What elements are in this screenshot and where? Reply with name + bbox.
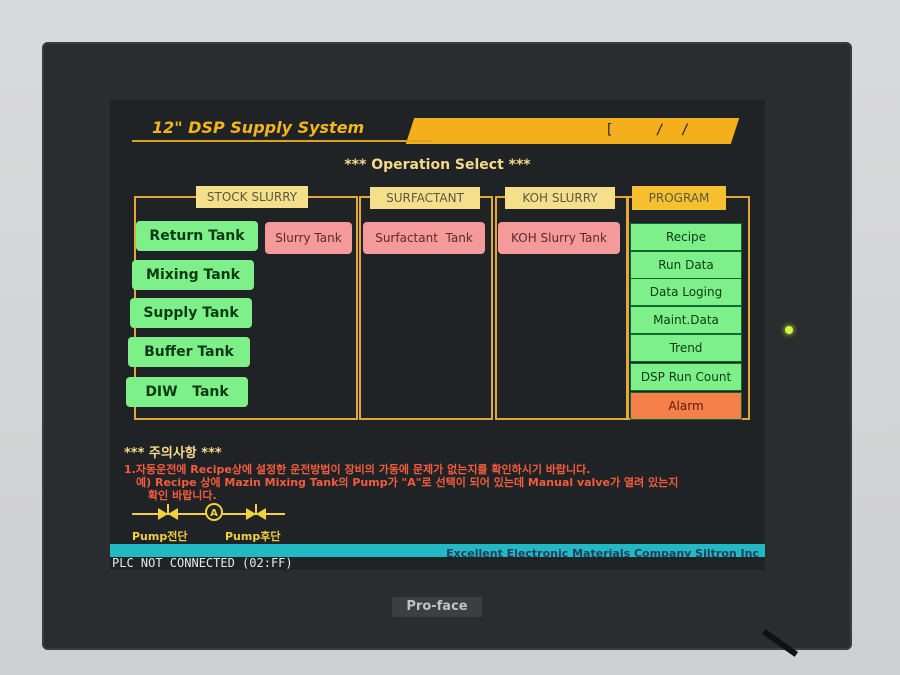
slurry-tank-button[interactable]: Slurry Tank — [265, 222, 352, 254]
stock-slurry-header: STOCK SLURRY — [196, 186, 308, 208]
plc-status: PLC NOT CONNECTED (02:FF) — [112, 556, 293, 570]
title-underline — [132, 140, 432, 142]
power-led — [785, 326, 793, 334]
return-tank-button[interactable]: Return Tank — [136, 221, 258, 251]
valve-before-icon — [158, 508, 168, 520]
page-title: *** Operation Select *** — [344, 157, 531, 173]
program-trend-button[interactable]: Trend — [630, 334, 742, 362]
surfactant-header: SURFACTANT — [370, 187, 480, 209]
app-title: 12" DSP Supply System — [152, 118, 365, 137]
valve-after-icon — [246, 508, 256, 520]
ticker-text: Excellent Electronic Materials Company S… — [446, 547, 759, 557]
buffer-tank-button[interactable]: Buffer Tank — [128, 337, 250, 367]
pump-after-label: Pump후단 — [225, 530, 281, 543]
program-maint-data-button[interactable]: Maint.Data — [630, 306, 742, 334]
brand-logo: Pro-face — [392, 597, 482, 617]
program-alarm-button[interactable]: Alarm — [630, 392, 742, 420]
koh-slurry-tank-button[interactable]: KOH Slurry Tank — [498, 222, 620, 254]
pump-before-label: Pump전단 — [132, 530, 188, 543]
program-header: PROGRAM — [632, 186, 726, 210]
diw-tank-button[interactable]: DIW Tank — [126, 377, 248, 407]
program-data-loging-button[interactable]: Data Loging — [630, 278, 742, 306]
program-run-data-button[interactable]: Run Data — [630, 251, 742, 279]
surfactant-tank-button[interactable]: Surfactant Tank — [363, 222, 485, 254]
caution-line-2: 예) Recipe 상에 Mazin Mixing Tank의 Pump가 "A… — [136, 476, 679, 489]
supply-tank-button[interactable]: Supply Tank — [130, 298, 252, 328]
program-dsp-run-count-button[interactable]: DSP Run Count — [630, 363, 742, 391]
hmi-screen: 12" DSP Supply System [ / / ] *** Operat… — [110, 100, 765, 570]
caution-title: *** 주의사항 *** — [124, 446, 222, 461]
date-display: [ / / ] — [605, 122, 765, 138]
pump-diagram: A — [132, 503, 285, 521]
svg-text:A: A — [210, 508, 218, 519]
mixing-tank-button[interactable]: Mixing Tank — [132, 260, 254, 290]
program-recipe-button[interactable]: Recipe — [630, 223, 742, 251]
koh-slurry-header: KOH SLURRY — [505, 187, 615, 209]
